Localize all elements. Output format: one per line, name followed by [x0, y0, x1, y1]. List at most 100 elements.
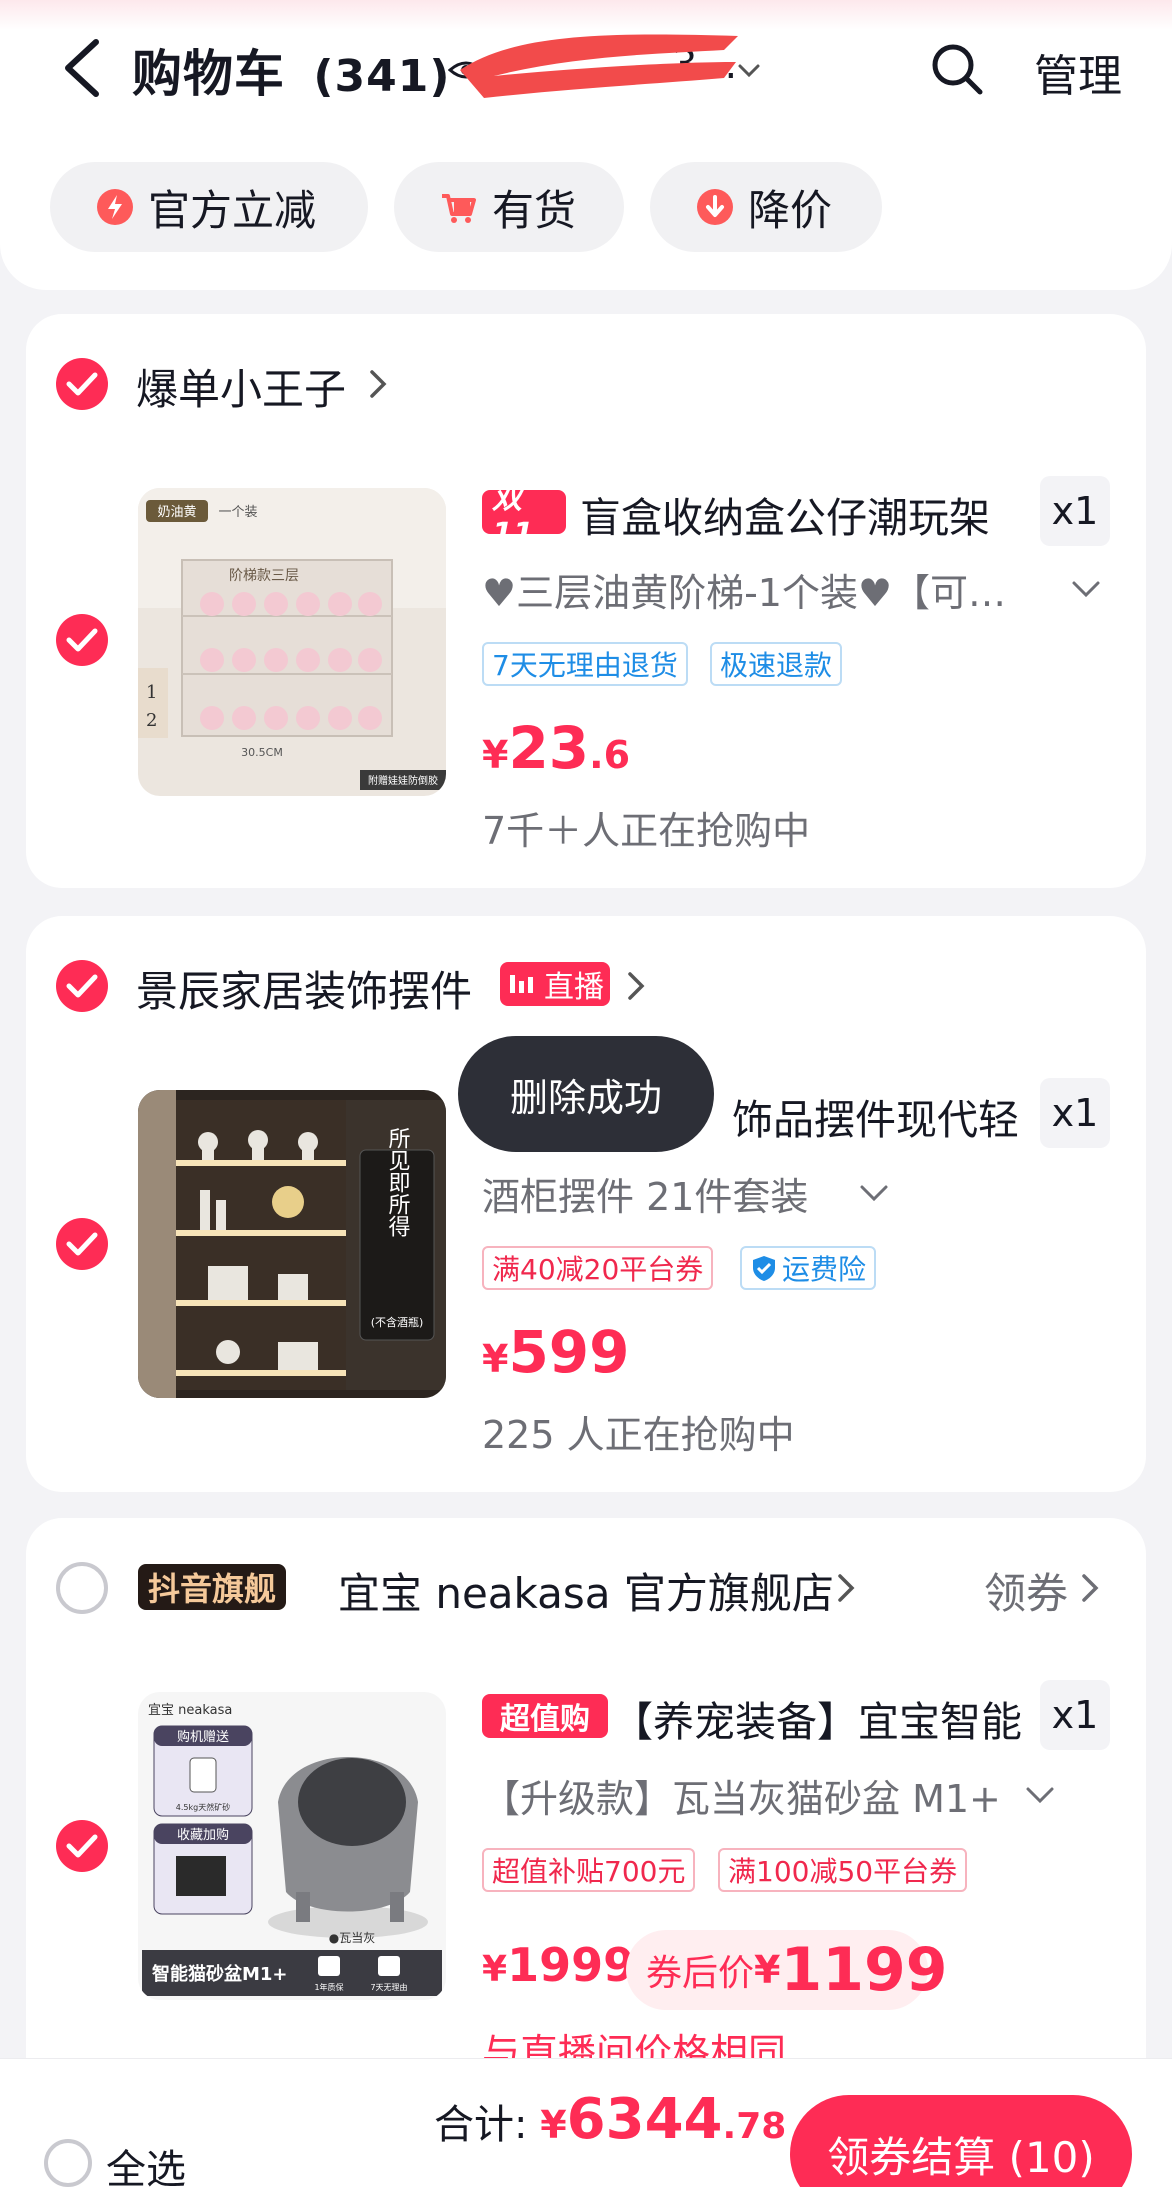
chevron-right-icon[interactable]	[624, 968, 648, 1004]
select-all-label[interactable]: 全选	[106, 2137, 186, 2187]
thumb-label: 4.5kg天然矿砂	[176, 1802, 230, 1812]
coupon-price-label: 券后价	[646, 1953, 755, 1994]
product-thumbnail[interactable]: 奶油黄 一个装 阶梯款三层 30.5CM 附赠娃娃防倒胶 1 2	[138, 488, 446, 796]
quantity-button[interactable]: x1	[1040, 1680, 1110, 1750]
buyers-count: 225 人正在抢购中	[482, 1413, 795, 1457]
manage-button[interactable]: 管理	[1034, 40, 1122, 104]
currency-symbol: ¥	[754, 1948, 781, 1992]
flagship-badge: 抖音旗舰	[138, 1564, 287, 1610]
product-price: ¥599	[482, 1318, 630, 1386]
thumb-label: 1	[146, 682, 157, 703]
display-case-image: 奶油黄 一个装 阶梯款三层 30.5CM 附赠娃娃防倒胶 1 2	[138, 488, 446, 796]
shop-card: 景辰家居装饰摆件 直播 所见即所得 (不含酒瓶) 饰品摆件现代轻 x1 酒柜摆件…	[26, 916, 1146, 1492]
checkmark-icon	[66, 628, 98, 652]
tag-platform-coupon: 满100减50平台券	[718, 1848, 968, 1892]
thumb-label: 阶梯款三层	[229, 568, 299, 584]
price-drop-icon	[697, 189, 733, 225]
checkmark-icon	[66, 372, 98, 396]
chevron-down-icon[interactable]	[1070, 578, 1102, 600]
product-spec[interactable]: 【升级款】瓦当灰猫砂盆 M1+	[482, 1768, 1001, 1823]
shop-checkbox[interactable]	[56, 358, 108, 410]
thumb-label: 30.5CM	[241, 746, 283, 759]
shop-checkbox[interactable]	[56, 1562, 108, 1614]
filter-label: 降价	[748, 185, 833, 235]
double11-badge: 双11	[482, 481, 566, 552]
product-price: ¥23.6	[482, 714, 630, 782]
thumb-label: 2	[146, 710, 157, 731]
filter-chip-in-stock[interactable]: 有货	[394, 162, 624, 252]
price-integer: 23	[508, 714, 590, 782]
thumb-label: 一个装	[218, 505, 257, 520]
cart-title-text: 购物车	[132, 45, 285, 103]
chevron-right-icon[interactable]	[366, 366, 390, 402]
shop-name[interactable]: 爆单小王子	[136, 356, 346, 417]
checkout-bar: 全选 合计: ¥6344.78 领券结算 (10)	[0, 2058, 1172, 2187]
thumb-label: (不含酒瓶)	[371, 1315, 424, 1329]
product-spec[interactable]: ♥三层油黄阶梯-1个装♥【可…	[482, 562, 1006, 617]
thumb-label: 智能猫砂盆M1+	[152, 1963, 288, 1985]
thumb-label: 宜宝 neakasa	[148, 1703, 232, 1718]
price-integer: 1999	[507, 1938, 636, 1992]
chevron-down-icon[interactable]	[1024, 1784, 1056, 1806]
tag-return-policy: 7天无理由退货	[482, 642, 688, 686]
select-all-checkbox[interactable]	[44, 2139, 92, 2187]
thumb-label: 1年质保	[314, 1982, 343, 1992]
currency-symbol: ¥	[482, 1337, 509, 1381]
tag-platform-coupon: 满40减20平台券	[482, 1246, 714, 1290]
tag-fast-refund: 极速退款	[710, 642, 843, 686]
filter-chip-official-discount[interactable]: 官方立减	[50, 162, 368, 252]
item-checkbox[interactable]	[56, 1820, 108, 1872]
value-buy-badge: 超值购	[482, 1694, 608, 1738]
shop-card: 爆单小王子 奶油黄 一个装 阶梯款三层 30.5CM 附赠娃娃防倒胶 1 2 双…	[26, 314, 1146, 888]
checkout-button[interactable]: 领券结算 (10)	[790, 2095, 1132, 2187]
cart-icon	[442, 194, 476, 223]
back-arrow-icon[interactable]	[58, 36, 106, 100]
chevron-right-icon[interactable]	[1078, 1570, 1102, 1606]
product-thumbnail[interactable]: 所见即所得 (不含酒瓶)	[138, 1090, 446, 1398]
checkmark-icon	[66, 974, 98, 998]
product-thumbnail[interactable]: 宜宝 neakasa 购机赠送 4.5kg天然矿砂 收藏加购 ●瓦当灰 智能猫砂…	[138, 1692, 446, 2000]
quantity-button[interactable]: x1	[1040, 476, 1110, 546]
filter-chip-price-drop[interactable]: 降价	[650, 162, 882, 252]
live-bars-icon	[510, 975, 533, 993]
tag-shipping-insurance: 运费险	[740, 1246, 877, 1290]
thumb-label: 购机赠送	[177, 1729, 229, 1745]
shield-check-icon	[753, 1256, 775, 1281]
live-label: 直播	[544, 970, 604, 1005]
coupon-price-value: 1199	[780, 1935, 948, 2005]
product-title[interactable]: 盲盒收纳盒公仔潮玩架	[580, 484, 990, 544]
tag-label: 运费险	[782, 1253, 867, 1286]
live-badge[interactable]: 直播	[500, 962, 610, 1006]
product-title[interactable]: 饰品摆件现代轻	[732, 1086, 1019, 1146]
thumb-label: 奶油黄	[157, 505, 196, 520]
checkmark-icon	[66, 1232, 98, 1256]
lightning-icon	[97, 189, 133, 225]
product-spec[interactable]: 酒柜摆件 21件套装	[482, 1166, 808, 1221]
wine-cabinet-image: 所见即所得 (不含酒瓶)	[138, 1090, 446, 1398]
item-checkbox[interactable]	[56, 614, 108, 666]
item-checkbox[interactable]	[56, 1218, 108, 1270]
total-label: 合计:	[434, 2102, 528, 2148]
chevron-down-icon[interactable]	[858, 1182, 890, 1204]
price-decimal: .6	[589, 733, 631, 777]
shop-name[interactable]: 宜宝 neakasa 官方旗舰店	[338, 1560, 834, 1621]
product-title[interactable]: 【养宠装备】宜宝智能	[612, 1688, 1022, 1748]
quantity-button[interactable]: x1	[1040, 1078, 1110, 1148]
original-price: ¥1999	[482, 1938, 635, 1992]
filter-label: 官方立减	[148, 185, 317, 235]
buyers-count: 7千＋人正在抢购中	[482, 809, 811, 853]
currency-symbol: ¥	[540, 2103, 567, 2147]
thumb-label: 收藏加购	[177, 1827, 229, 1843]
search-icon[interactable]	[930, 42, 984, 96]
currency-symbol: ¥	[482, 1949, 508, 1990]
page-title: 购物车 (341)	[132, 34, 451, 106]
shop-name[interactable]: 景辰家居装饰摆件	[136, 958, 472, 1019]
get-coupon-link[interactable]: 领券	[984, 1560, 1068, 1621]
chevron-right-icon[interactable]	[834, 1570, 858, 1606]
redaction-scribble	[460, 34, 738, 98]
shop-checkbox[interactable]	[56, 960, 108, 1012]
checkmark-icon	[66, 1834, 98, 1858]
total-amount: 合计: ¥6344.78	[434, 2087, 786, 2152]
thumb-label: 附赠娃娃防倒胶	[368, 774, 438, 787]
toast-delete-success: 删除成功	[458, 1036, 714, 1152]
